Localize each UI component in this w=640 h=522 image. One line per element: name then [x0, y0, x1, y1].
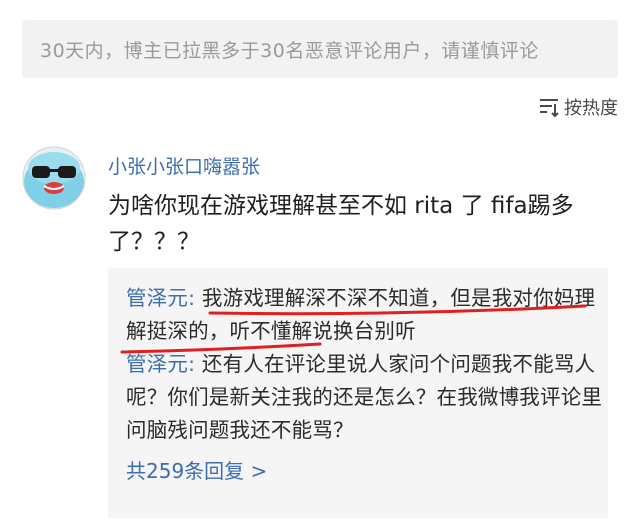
sort-icon	[540, 99, 559, 118]
reply-item: 管泽元: 我游戏理解深不深不知道，但是我对你妈理解挺深的，听不懂解说换台别听	[126, 282, 608, 348]
sort-label: 按热度	[564, 98, 618, 119]
reply-author[interactable]: 管泽元:	[126, 352, 195, 376]
reply-item: 管泽元: 还有人在评论里说人家问个问题我不能骂人呢？你们是新关注我的还是怎么？在…	[126, 348, 608, 447]
comment-text: 为啥你现在游戏理解甚至不如 rita 了 fifa踢多了？？？	[108, 193, 574, 255]
avatar[interactable]	[22, 146, 86, 210]
comment-username[interactable]: 小张小张口嗨嚣张	[108, 152, 260, 179]
reply-text: 还有人在评论里说人家问个问题我不能骂人呢？你们是新关注我的还是怎么？在我微博我评…	[126, 352, 603, 442]
notice-banner: 30天内，博主已拉黑多于30名恶意评论用户，请谨慎评论	[22, 20, 618, 78]
sort-by-hot-button[interactable]: 按热度	[538, 94, 618, 120]
notice-text: 30天内，博主已拉黑多于30名恶意评论用户，请谨慎评论	[40, 39, 539, 62]
reply-text: 我游戏理解深不深不知道，但是我对你妈理解挺深的，听不懂解说换台别听	[126, 286, 596, 343]
reply-list: 管泽元: 我游戏理解深不深不知道，但是我对你妈理解挺深的，听不懂解说换台别听 管…	[108, 268, 608, 518]
avatar-sunglasses-icon	[22, 146, 86, 210]
more-replies-link[interactable]: 共259条回复 >	[126, 455, 608, 484]
reply-author[interactable]: 管泽元:	[126, 286, 195, 310]
